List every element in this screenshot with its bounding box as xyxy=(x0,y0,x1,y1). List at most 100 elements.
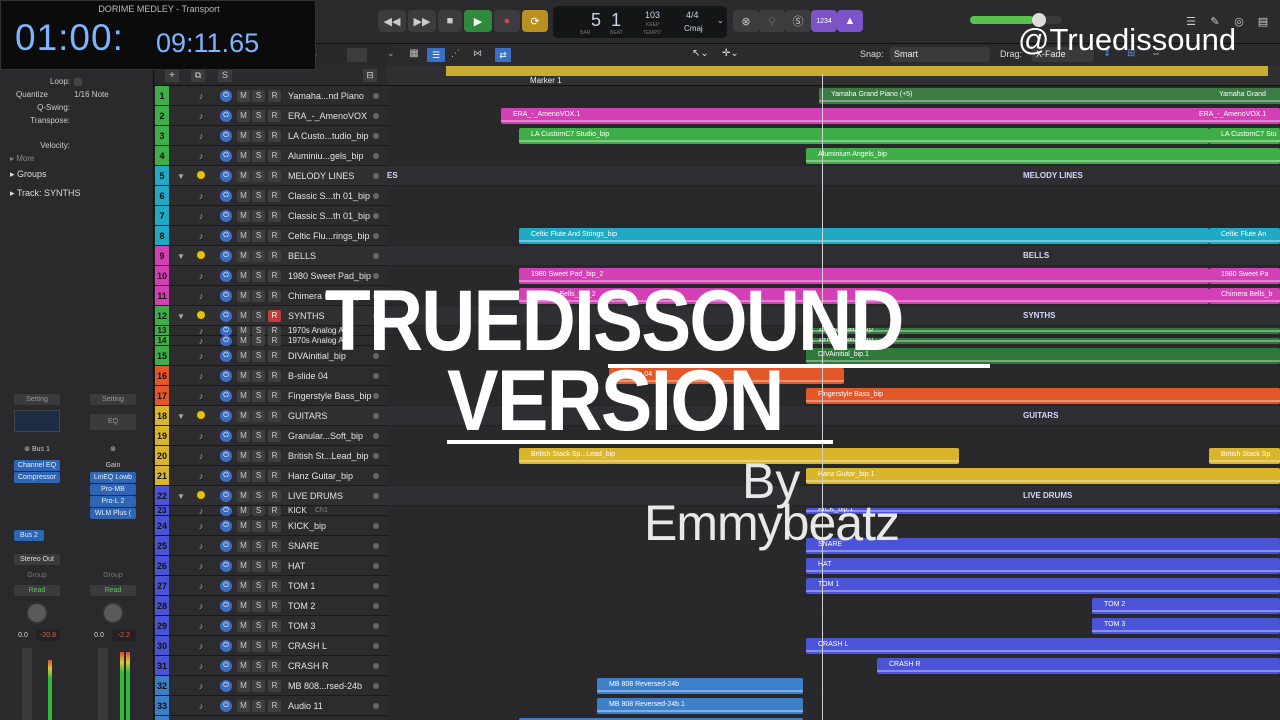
track-header-8[interactable]: 8 ♪ ⏻ M S R Celtic Flu...rings_bip xyxy=(155,226,387,246)
mute-button[interactable]: M xyxy=(237,190,250,202)
record-enable-button[interactable]: R xyxy=(268,520,281,532)
solo-button[interactable]: S xyxy=(252,170,265,182)
cycle-range[interactable] xyxy=(446,66,1268,76)
setting-button-right[interactable]: Setting xyxy=(90,394,136,405)
track-header-34[interactable]: 34♪⏻MSRWA FX 02 xyxy=(155,716,387,720)
track-name[interactable]: SYNTHS xyxy=(288,306,378,326)
track-lane-18[interactable] xyxy=(387,406,1280,426)
track-header-22[interactable]: 22 ▼ ⏻ M S R LIVE DRUMS xyxy=(155,486,387,506)
mute-button[interactable]: M xyxy=(237,430,250,442)
track-header-23[interactable]: 23 ♪ ⏻ M S R KICK Ch1 xyxy=(155,506,387,516)
mute-button[interactable]: M xyxy=(237,326,250,336)
track-header-9[interactable]: 9 ▼ ⏻ M S R BELLS xyxy=(155,246,387,266)
region-r27[interactable]: TOM 1 xyxy=(806,578,1280,594)
track-lane-7[interactable] xyxy=(387,206,1280,226)
disclosure-triangle-icon[interactable]: ▼ xyxy=(177,412,185,421)
eq-button-right[interactable]: EQ xyxy=(90,414,136,430)
track-header-1[interactable]: 1 ♪ ⏻ M S R Yamaha...nd Piano xyxy=(155,86,387,106)
more-disclosure[interactable]: ▸ More xyxy=(10,154,34,163)
track-header-15[interactable]: 15 ♪ ⏻ M S R DIVAinitial_bip xyxy=(155,346,387,366)
eq-thumbnail[interactable] xyxy=(14,410,60,432)
solo-button[interactable]: S xyxy=(252,470,265,482)
track-power-icon[interactable]: ⏻ xyxy=(220,250,232,262)
track-name[interactable]: Hanz Guitar_bip xyxy=(288,466,378,486)
group-button-left[interactable]: Group xyxy=(14,570,60,581)
track-power-icon[interactable]: ⏻ xyxy=(220,130,232,142)
record-enable-button[interactable]: R xyxy=(268,250,281,262)
pan-knob-right[interactable] xyxy=(102,602,124,624)
track-header-16[interactable]: 16 ♪ ⏻ M S R B-slide 04 xyxy=(155,366,387,386)
solo-button[interactable]: S xyxy=(252,580,265,592)
mute-button[interactable]: M xyxy=(237,250,250,262)
automation-read-left[interactable]: Read xyxy=(14,585,60,596)
region-r26[interactable]: HAT xyxy=(806,558,1280,574)
mute-button[interactable]: M xyxy=(237,90,250,102)
mute-button[interactable]: M xyxy=(237,580,250,592)
track-header-28[interactable]: 28 ♪ ⏻ M S R TOM 2 xyxy=(155,596,387,616)
secondary-tool-icon[interactable]: ✛⌄ xyxy=(722,48,739,59)
playhead[interactable] xyxy=(822,74,823,720)
setting-button-left[interactable]: Setting xyxy=(14,394,60,405)
mute-button[interactable]: M xyxy=(237,700,250,712)
track-name[interactable]: MELODY LINES xyxy=(288,166,378,186)
track-power-icon[interactable]: ⏻ xyxy=(220,450,232,462)
track-name[interactable]: Classic S...th 01_bip xyxy=(288,186,378,206)
mute-button[interactable]: M xyxy=(237,450,250,462)
snap-select[interactable]: Smart xyxy=(890,47,990,62)
solo-button[interactable]: S xyxy=(252,336,265,346)
track-power-icon[interactable]: ⏻ xyxy=(220,370,232,382)
track-power-icon[interactable]: ⏻ xyxy=(220,560,232,572)
mute-button[interactable]: M xyxy=(237,270,250,282)
output-button[interactable]: Stereo Out xyxy=(14,554,60,565)
region-r2[interactable]: ERA_-_AmenoVOX.1 xyxy=(501,108,1191,124)
record-enable-button[interactable]: R xyxy=(268,110,281,122)
record-enable-button[interactable]: R xyxy=(268,430,281,442)
count-in-button[interactable]: 1234 xyxy=(811,10,837,32)
mute-button[interactable]: M xyxy=(237,490,250,502)
solo-button[interactable]: S xyxy=(252,600,265,612)
collapse-icon[interactable]: ⊟ xyxy=(363,69,377,82)
region-r25[interactable]: SNARE xyxy=(806,538,1280,554)
transpose-row[interactable]: Transpose: xyxy=(0,116,154,128)
record-enable-button[interactable]: R xyxy=(268,326,281,336)
track-name[interactable]: Yamaha...nd Piano xyxy=(288,86,378,106)
region-r28[interactable]: TOM 2 xyxy=(1092,598,1280,614)
stop-button[interactable]: ■ xyxy=(438,10,462,32)
plugin-slot-2-left[interactable]: Compressor xyxy=(14,472,60,483)
solo-button[interactable]: S xyxy=(252,90,265,102)
tuner-icon[interactable]: ⊗ xyxy=(733,10,759,32)
solo-button[interactable]: S xyxy=(252,520,265,532)
catch-icon[interactable]: ⇄ xyxy=(495,48,511,62)
solo-button[interactable]: S xyxy=(252,130,265,142)
mute-button[interactable]: M xyxy=(237,506,250,516)
track-power-icon[interactable]: ⏻ xyxy=(220,680,232,692)
track-power-icon[interactable]: ⏻ xyxy=(220,190,232,202)
solo-button[interactable]: S xyxy=(252,700,265,712)
mute-button[interactable]: M xyxy=(237,470,250,482)
region-r3[interactable]: LA CustomC7 Studio_bip xyxy=(519,128,1209,144)
track-name[interactable]: Chimera Bells_bip xyxy=(288,286,378,306)
record-enable-button[interactable]: R xyxy=(268,680,281,692)
track-header-25[interactable]: 25 ♪ ⏻ M S R SNARE xyxy=(155,536,387,556)
record-enable-button[interactable]: R xyxy=(268,390,281,402)
region-r20[interactable]: British Stack Sp xyxy=(1209,448,1280,464)
track-lane-12[interactable] xyxy=(387,306,1280,326)
region-r4[interactable]: Aluminium Angels_bip xyxy=(806,148,1280,164)
mute-button[interactable]: M xyxy=(237,680,250,692)
track-header-32[interactable]: 32 ♪ ⏻ M S R MB 808...rsed-24b xyxy=(155,676,387,696)
record-button[interactable]: ● xyxy=(494,10,520,32)
link-icon[interactable]: ⊚ xyxy=(90,444,136,455)
track-header-6[interactable]: 6 ♪ ⏻ M S R Classic S...th 01_bip xyxy=(155,186,387,206)
record-enable-button[interactable]: R xyxy=(268,620,281,632)
record-enable-button[interactable]: R xyxy=(268,540,281,552)
solo-button[interactable]: S xyxy=(252,390,265,402)
region-r29[interactable]: TOM 3 xyxy=(1092,618,1280,634)
track-name[interactable]: B-slide 04 xyxy=(288,366,378,386)
solo-button[interactable]: S xyxy=(252,506,265,516)
track-power-icon[interactable]: ⏻ xyxy=(220,430,232,442)
quantize-row[interactable]: Quantize 1/16 Note xyxy=(0,90,154,102)
mute-button[interactable]: M xyxy=(237,150,250,162)
solo-icon[interactable]: ⚲ xyxy=(759,10,785,32)
record-enable-button[interactable]: R xyxy=(268,640,281,652)
edit-menu[interactable] xyxy=(347,48,367,62)
